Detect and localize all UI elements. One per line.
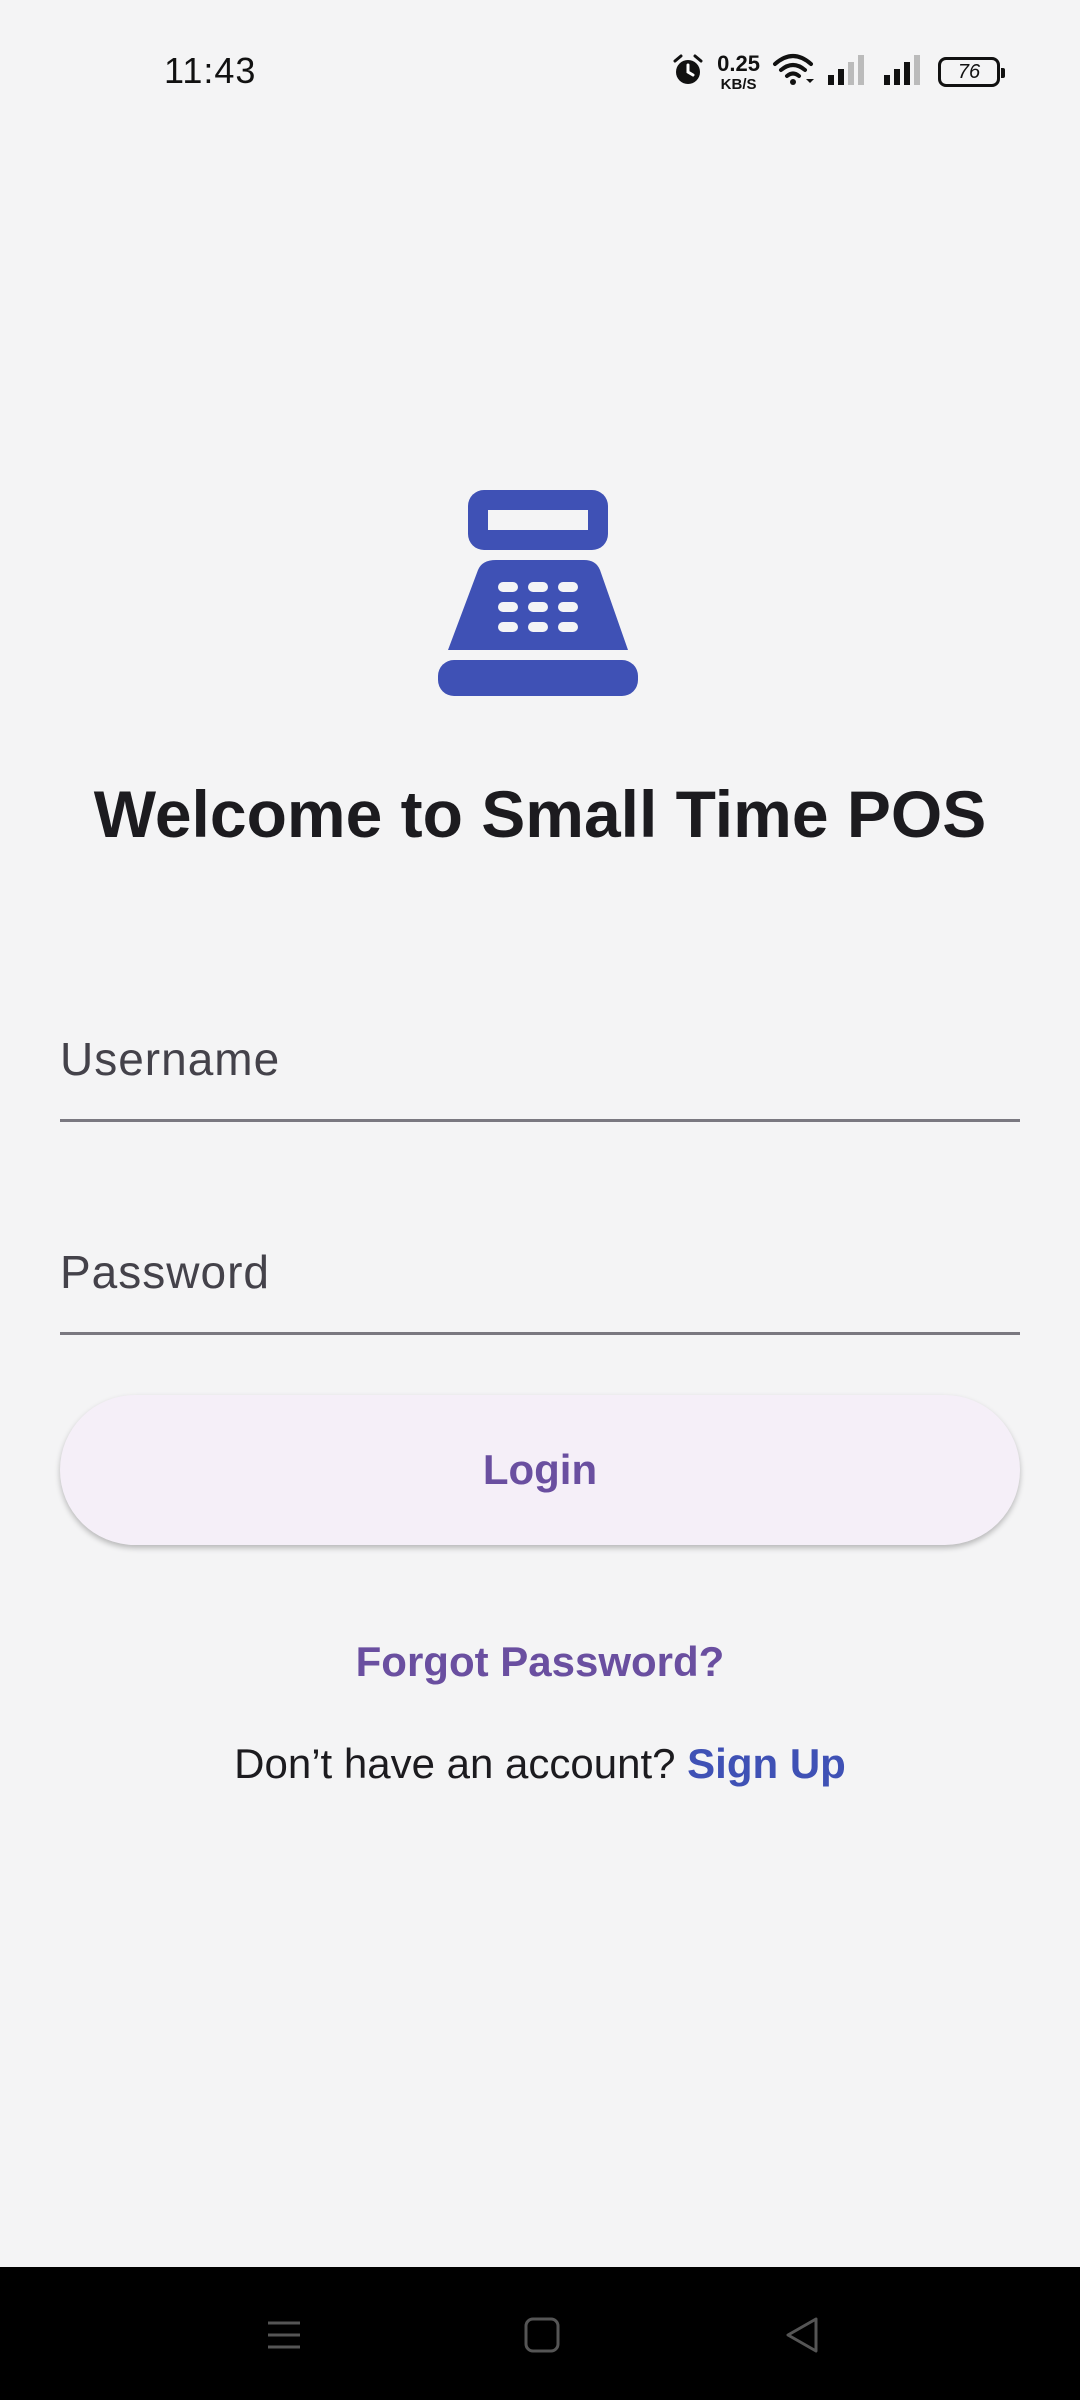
username-input[interactable] xyxy=(60,1002,1020,1119)
login-button[interactable]: Login xyxy=(60,1395,1020,1545)
signal-icon xyxy=(882,53,926,92)
password-underline xyxy=(60,1332,1020,1335)
menu-icon[interactable] xyxy=(254,2307,314,2363)
forgot-password-row: Forgot Password? xyxy=(0,1638,1080,1686)
login-screen: 11:43 0.25 KB/S 76 Welcome to Small Time… xyxy=(0,0,1080,2400)
password-field[interactable]: Password xyxy=(60,1215,1020,1335)
status-bar: 11:43 0.25 KB/S 76 xyxy=(0,0,1080,140)
status-time: 11:43 xyxy=(164,50,257,91)
alarm-icon xyxy=(671,53,705,92)
signup-row: Don’t have an account? Sign Up xyxy=(0,1740,1080,1788)
navigation-bar xyxy=(0,2267,1080,2400)
network-speed-unit: KB/S xyxy=(720,75,757,93)
home-icon[interactable] xyxy=(512,2307,572,2363)
no-account-text: Don’t have an account? xyxy=(234,1740,676,1787)
username-field[interactable]: Username xyxy=(60,1002,1020,1122)
wifi-icon xyxy=(772,53,814,92)
network-speed-value: 0.25 xyxy=(717,50,760,76)
sign-up-link[interactable]: Sign Up xyxy=(687,1740,846,1787)
forgot-password-link[interactable]: Forgot Password? xyxy=(356,1638,725,1685)
password-input[interactable] xyxy=(60,1215,1020,1332)
battery-level: 76 xyxy=(957,60,981,83)
battery-icon: 76 xyxy=(938,57,1005,87)
username-underline xyxy=(60,1119,1020,1122)
status-icons: 0.25 KB/S 76 xyxy=(671,48,1005,96)
welcome-title: Welcome to Small Time POS xyxy=(93,777,987,851)
back-icon[interactable] xyxy=(772,2307,832,2363)
signal-icon xyxy=(826,53,870,92)
network-speed: 0.25 KB/S xyxy=(717,50,760,93)
cash-register-icon xyxy=(438,490,642,696)
